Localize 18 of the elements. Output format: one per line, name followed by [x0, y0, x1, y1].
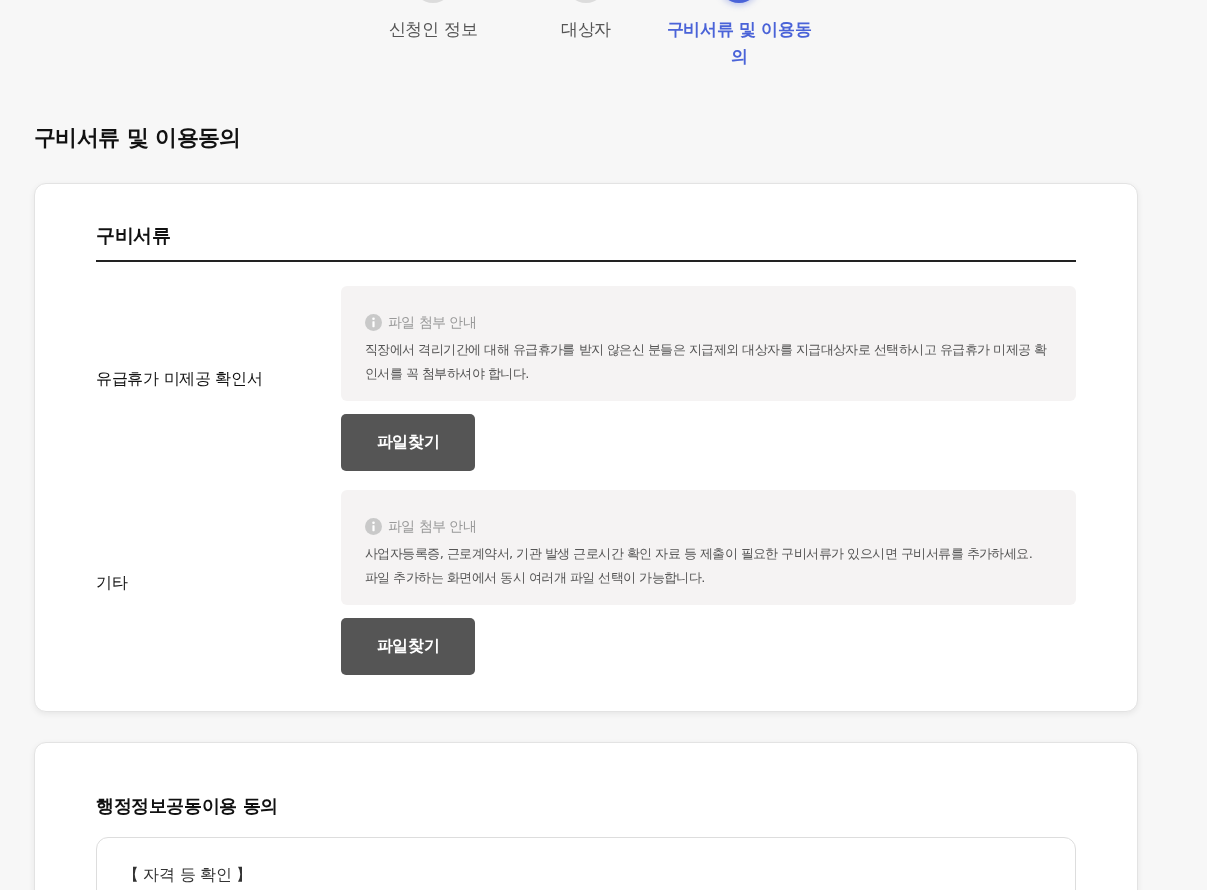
notice-text: 사업자등록증, 근로계약서, 기관 발생 근로시간 확인 자료 등 제출이 필요한 구비서류가 있으시면 구비서류를 추가하세요. [365, 545, 1034, 563]
section-title: 구비서류 [96, 223, 172, 248]
document-label: 유급휴가 미제공 확인서 [96, 367, 263, 390]
info-icon [365, 517, 382, 535]
info-icon [365, 313, 382, 331]
notice-title: 파일 첨부 안내 [388, 517, 477, 536]
notice-text: 직장에서 격리기간에 대해 유급휴가를 받지 않은신 분들은 지급제외 대상자를 지급대상자로 선택하시고 유급휴가 미제공 확인서를 꼭 첨부하셔야 합니다. [365, 341, 1048, 383]
file-browse-button[interactable]: 파일찾기 [341, 618, 475, 675]
terms-heading: 【 자격 등 확인 】 [123, 865, 254, 885]
page-title: 구비서류 및 이용동의 [34, 124, 242, 152]
file-browse-button[interactable]: 파일찾기 [341, 414, 475, 471]
document-label: 기타 [96, 571, 128, 594]
step-label: 구비서류 및 이용동의 [665, 18, 813, 68]
step-label: 신청인 정보 [387, 18, 479, 41]
notice-text: 파일 추가하는 화면에서 동시 여러개 파일 선택이 가능합니다. [365, 569, 706, 587]
step-label: 대상자 [559, 18, 613, 41]
consent-title: 행정정보공동이용 동의 [96, 794, 279, 818]
notice-title: 파일 첨부 안내 [388, 313, 477, 332]
